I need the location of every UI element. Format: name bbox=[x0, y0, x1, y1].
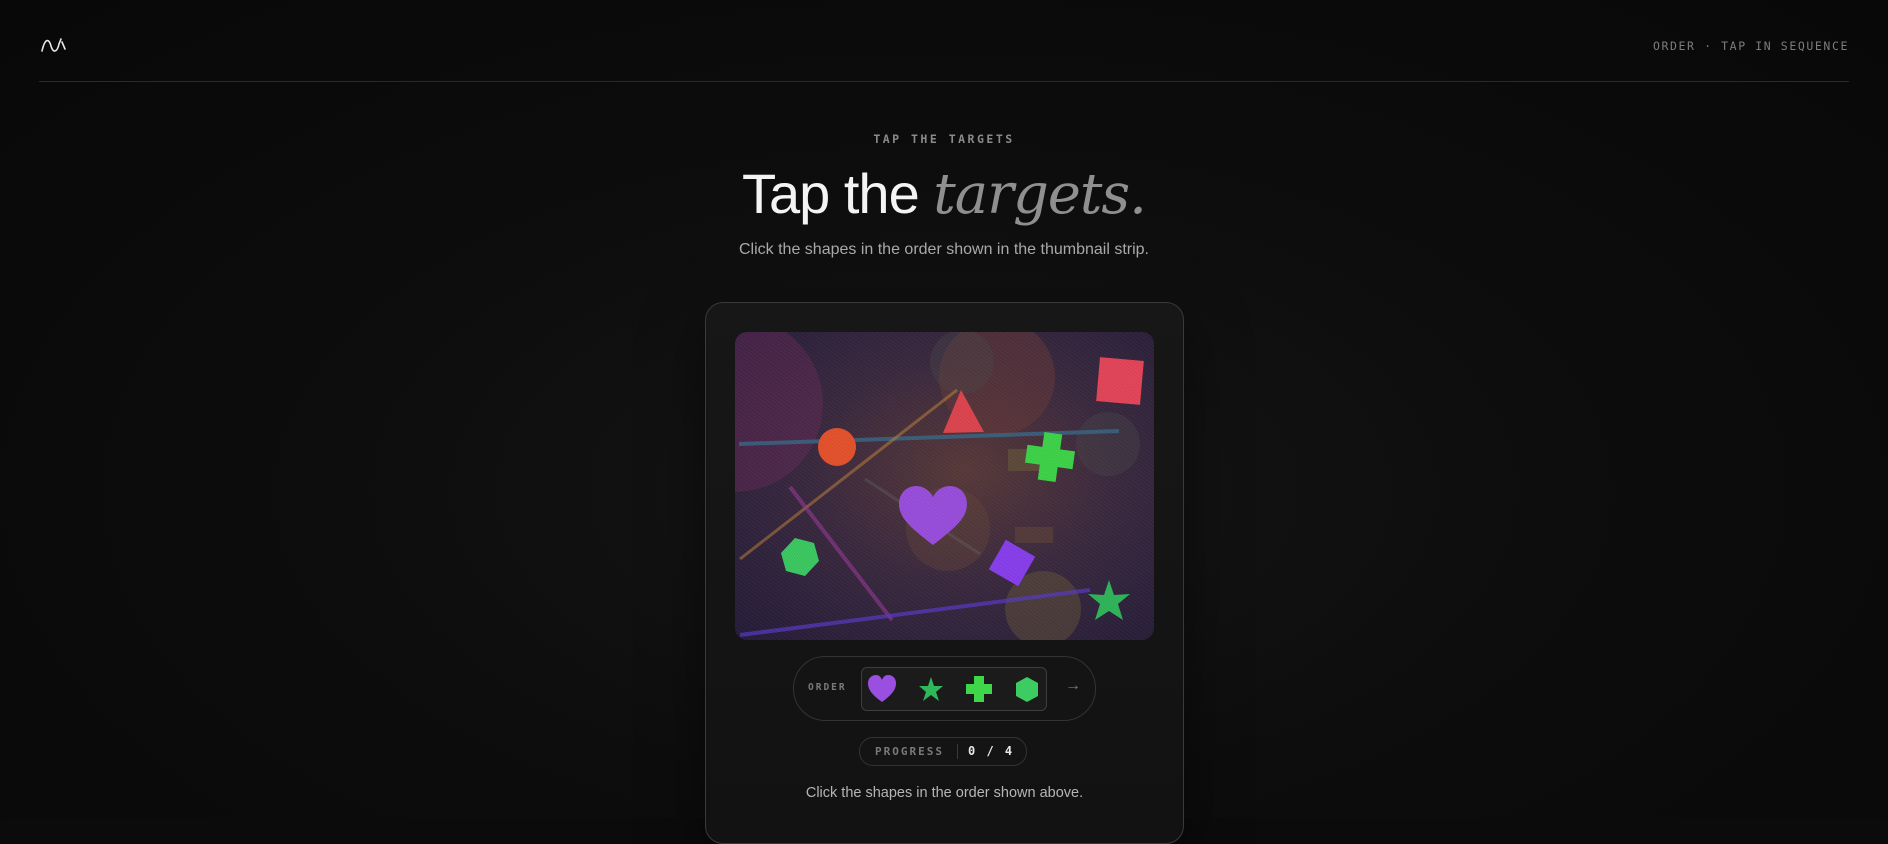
background-blob bbox=[1076, 412, 1140, 476]
green-star-target[interactable] bbox=[1088, 580, 1130, 620]
order-label: ORDER bbox=[808, 682, 847, 693]
red-square-target[interactable] bbox=[1096, 357, 1144, 405]
order-thumbnail-box bbox=[861, 667, 1047, 711]
eyebrow-label: TAP THE TARGETS bbox=[0, 132, 1888, 146]
instruction-text: Click the shapes in the order shown abov… bbox=[706, 785, 1183, 801]
green-cross-target[interactable] bbox=[1023, 430, 1077, 484]
challenge-card: ORDER → PROGRESS 0 / 4 Click the shapes … bbox=[705, 302, 1184, 844]
top-bar: ORDER · TAP IN SEQUENCE bbox=[39, 0, 1849, 82]
progress-value: 0 / 4 bbox=[968, 744, 1014, 758]
star-icon bbox=[915, 673, 947, 705]
progress-divider bbox=[957, 744, 958, 759]
title-italic: targets. bbox=[933, 162, 1146, 227]
orange-circle-target[interactable] bbox=[818, 428, 856, 466]
cross-icon bbox=[963, 673, 995, 705]
arrow-right-icon: → bbox=[1065, 677, 1081, 695]
wave-logo-icon[interactable] bbox=[41, 36, 67, 54]
progress-pill: PROGRESS 0 / 4 bbox=[859, 737, 1027, 766]
order-strip: ORDER → bbox=[793, 656, 1096, 721]
background-blob bbox=[930, 332, 994, 394]
page-subtitle: Click the shapes in the order shown in t… bbox=[0, 241, 1888, 259]
mode-label: ORDER · TAP IN SEQUENCE bbox=[1653, 39, 1849, 53]
hexagon-icon bbox=[1011, 673, 1043, 705]
background-rect bbox=[1015, 527, 1053, 543]
background-blob bbox=[735, 332, 823, 492]
heart-icon bbox=[866, 673, 898, 705]
page-title: Tap the targets. bbox=[0, 158, 1888, 231]
title-plain: Tap the bbox=[742, 162, 933, 225]
progress-label: PROGRESS bbox=[875, 745, 944, 758]
green-hexagon-target[interactable] bbox=[781, 538, 819, 576]
target-canvas[interactable] bbox=[735, 332, 1154, 640]
